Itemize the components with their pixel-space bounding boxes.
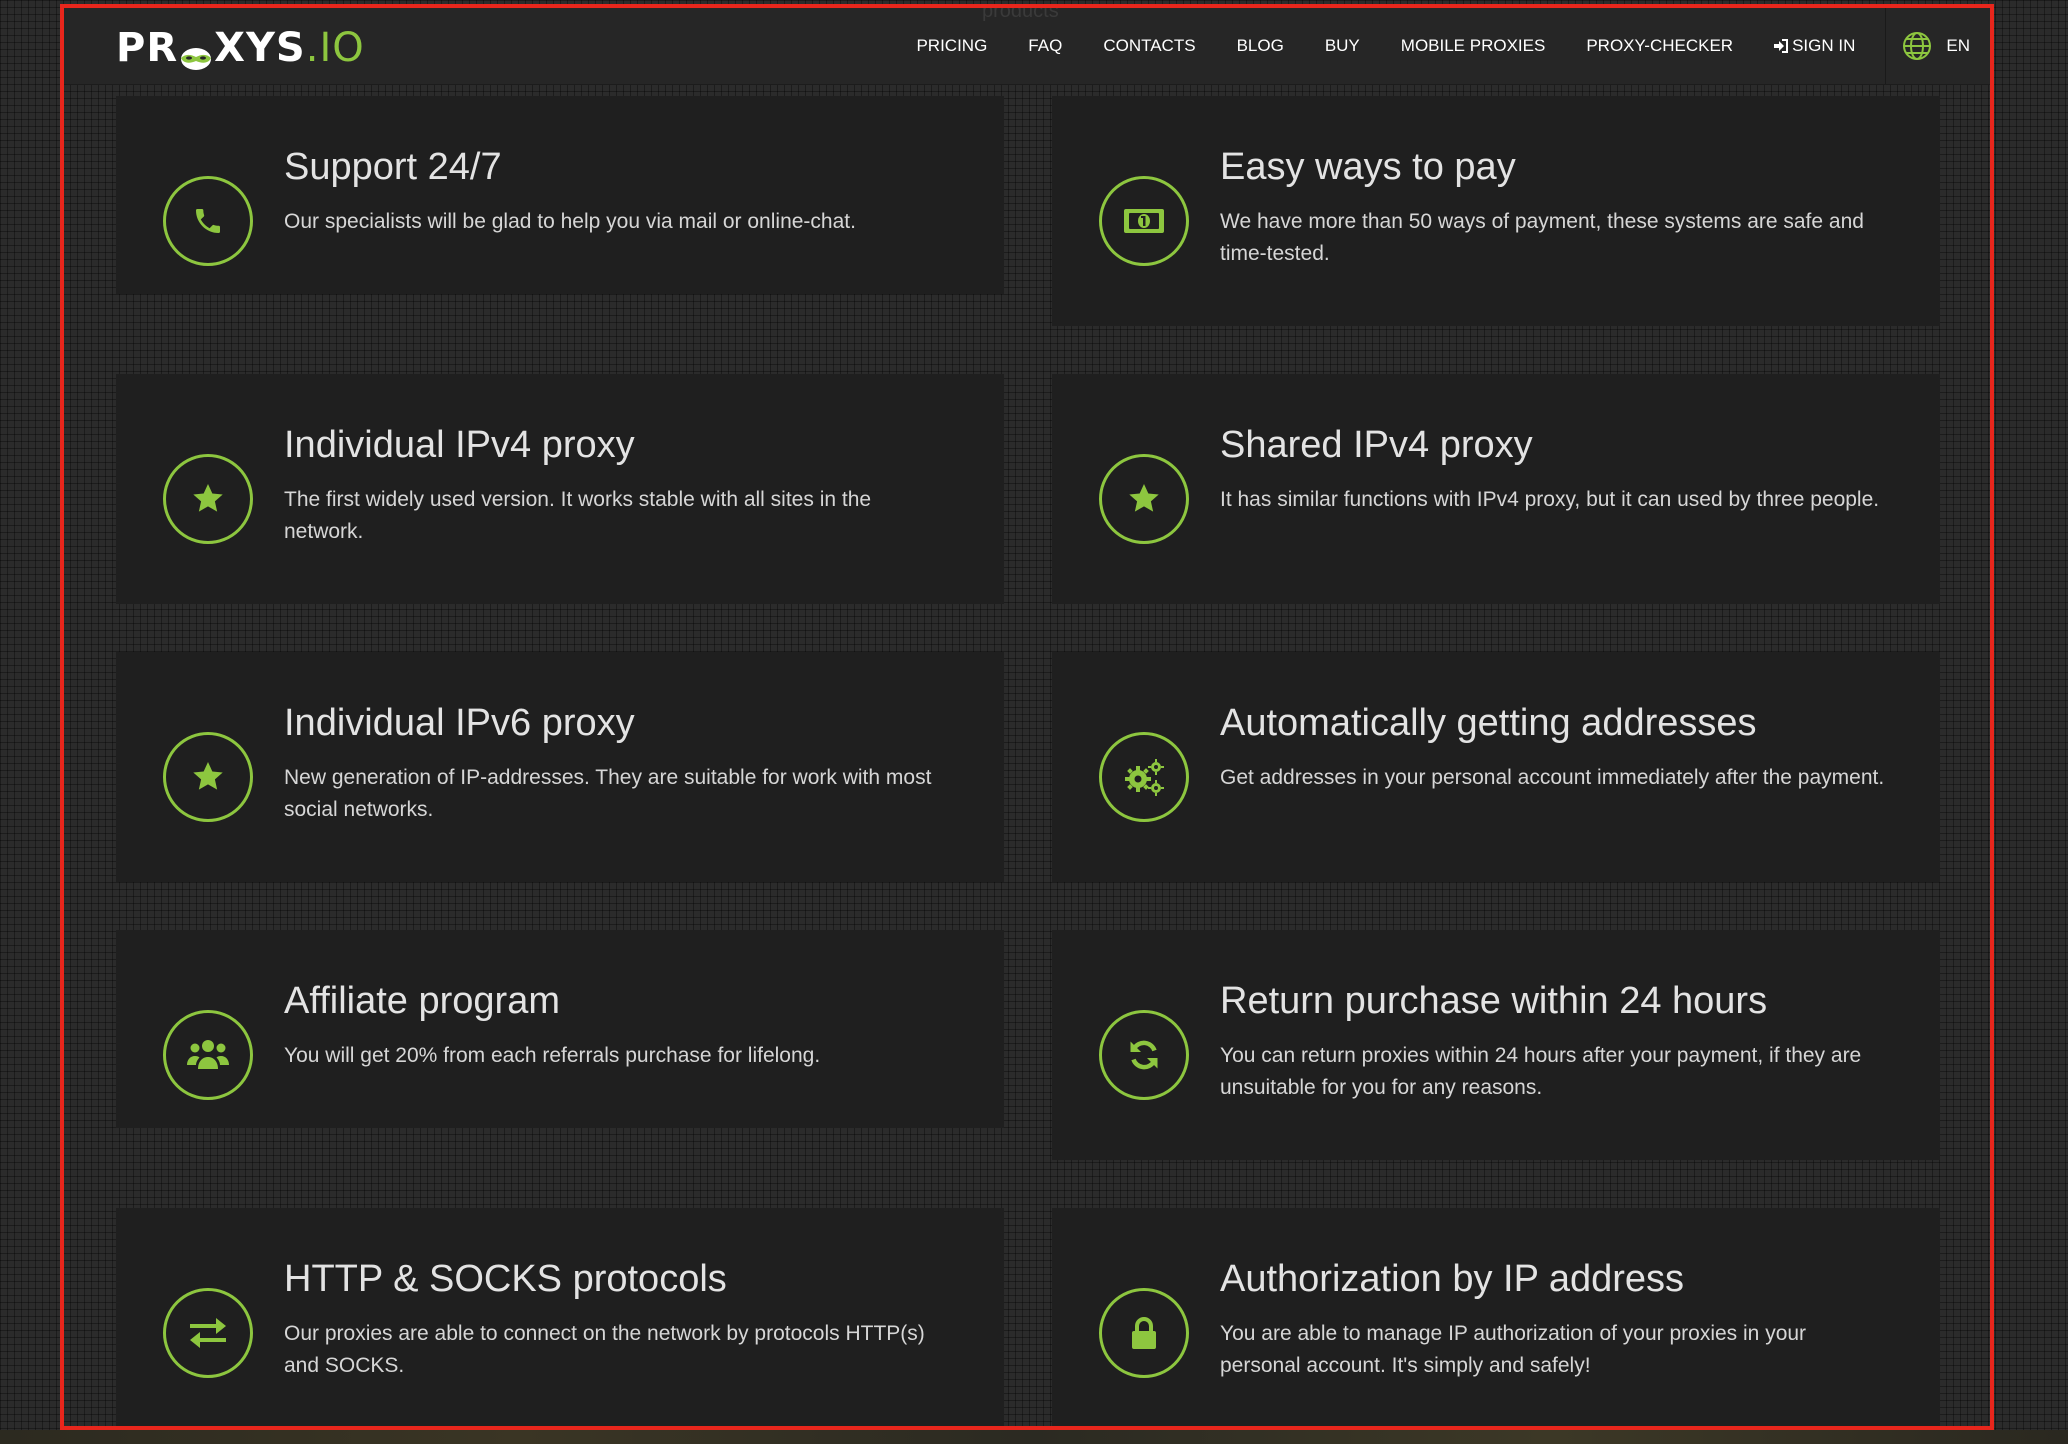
logo-mask-icon xyxy=(179,36,213,70)
feature-card: Individual IPv6 proxy New generation of … xyxy=(116,652,1004,882)
feature-title: Automatically getting addresses xyxy=(1220,702,1757,744)
exchange-icon xyxy=(163,1288,253,1378)
feature-title: Affiliate program xyxy=(284,980,560,1022)
feature-title: Support 24/7 xyxy=(284,146,502,188)
feature-card: Affiliate program You will get 20% from … xyxy=(116,930,1004,1128)
nav-mobile-proxies[interactable]: MOBILE PROXIES xyxy=(1401,36,1546,56)
feature-description: The first widely used version. It works … xyxy=(284,488,872,543)
star-icon xyxy=(163,454,253,544)
feature-description: Get addresses in your personal account i… xyxy=(1220,766,1885,789)
sign-in-link[interactable]: SIGN IN xyxy=(1774,36,1855,56)
phone-icon xyxy=(163,176,253,266)
gears-icon xyxy=(1099,732,1189,822)
globe-icon xyxy=(1902,31,1932,61)
site-header: products PR XYS .IO PRICING FAQ CONTACTS… xyxy=(64,8,1990,85)
nav-blog[interactable]: BLOG xyxy=(1237,36,1284,56)
feature-title: Individual IPv6 proxy xyxy=(284,702,635,744)
nav-faq[interactable]: FAQ xyxy=(1028,36,1062,56)
highlight-frame: Support 24/7 Our specialists will be gla… xyxy=(60,4,1994,1430)
language-label: EN xyxy=(1946,36,1970,55)
feature-description: You will get 20% from each referrals pur… xyxy=(284,1044,821,1067)
feature-description: We have more than 50 ways of payment, th… xyxy=(1220,210,1864,265)
feature-card: Return purchase within 24 hours You can … xyxy=(1052,930,1940,1160)
logo-text: PR xyxy=(116,25,179,71)
users-icon xyxy=(163,1010,253,1100)
feature-title: Return purchase within 24 hours xyxy=(1220,980,1768,1022)
language-selector[interactable]: EN xyxy=(1885,8,1990,84)
feature-card: Shared IPv4 proxy It has similar functio… xyxy=(1052,374,1940,604)
nav-proxy-checker[interactable]: PROXY-CHECKER xyxy=(1586,36,1733,56)
page-bottom-strip xyxy=(0,1430,2068,1444)
feature-title: Authorization by IP address xyxy=(1220,1258,1685,1300)
lock-icon xyxy=(1099,1288,1189,1378)
feature-description: Our specialists will be glad to help you… xyxy=(284,210,856,233)
feature-card: Automatically getting addresses Get addr… xyxy=(1052,652,1940,882)
feature-title: Individual IPv4 proxy xyxy=(284,424,635,466)
refresh-icon xyxy=(1099,1010,1189,1100)
feature-description: You can return proxies within 24 hours a… xyxy=(1220,1044,1862,1099)
sign-in-icon xyxy=(1774,39,1789,53)
feature-card: HTTP & SOCKS protocols Our proxies are a… xyxy=(116,1208,1004,1426)
star-icon xyxy=(1099,454,1189,544)
main-nav: PRICING FAQ CONTACTS BLOG BUY MOBILE PRO… xyxy=(916,8,1990,84)
star-icon xyxy=(163,732,253,822)
logo-text: XYS xyxy=(214,25,306,71)
feature-card: Authorization by IP address You are able… xyxy=(1052,1208,1940,1426)
features-grid: Support 24/7 Our specialists will be gla… xyxy=(64,8,1990,1426)
feature-card: Individual IPv4 proxy The first widely u… xyxy=(116,374,1004,604)
feature-description: New generation of IP-addresses. They are… xyxy=(284,766,932,821)
feature-title: HTTP & SOCKS protocols xyxy=(284,1258,727,1300)
feature-description: Our proxies are able to connect on the n… xyxy=(284,1322,925,1377)
feature-card: Easy ways to pay We have more than 50 wa… xyxy=(1052,96,1940,326)
feature-title: Shared IPv4 proxy xyxy=(1220,424,1533,466)
nav-pricing[interactable]: PRICING xyxy=(916,36,987,56)
money-icon xyxy=(1099,176,1189,266)
nav-contacts[interactable]: CONTACTS xyxy=(1103,36,1195,56)
feature-description: It has similar functions with IPv4 proxy… xyxy=(1220,488,1880,511)
sign-in-label: SIGN IN xyxy=(1792,36,1856,55)
logo[interactable]: PR XYS .IO xyxy=(116,25,365,71)
feature-description: You are able to manage IP authorization … xyxy=(1220,1322,1807,1377)
feature-card: Support 24/7 Our specialists will be gla… xyxy=(116,96,1004,294)
feature-title: Easy ways to pay xyxy=(1220,146,1516,188)
nav-buy[interactable]: BUY xyxy=(1325,36,1360,56)
nav-divider xyxy=(1885,8,1887,84)
logo-suffix: .IO xyxy=(305,25,365,71)
